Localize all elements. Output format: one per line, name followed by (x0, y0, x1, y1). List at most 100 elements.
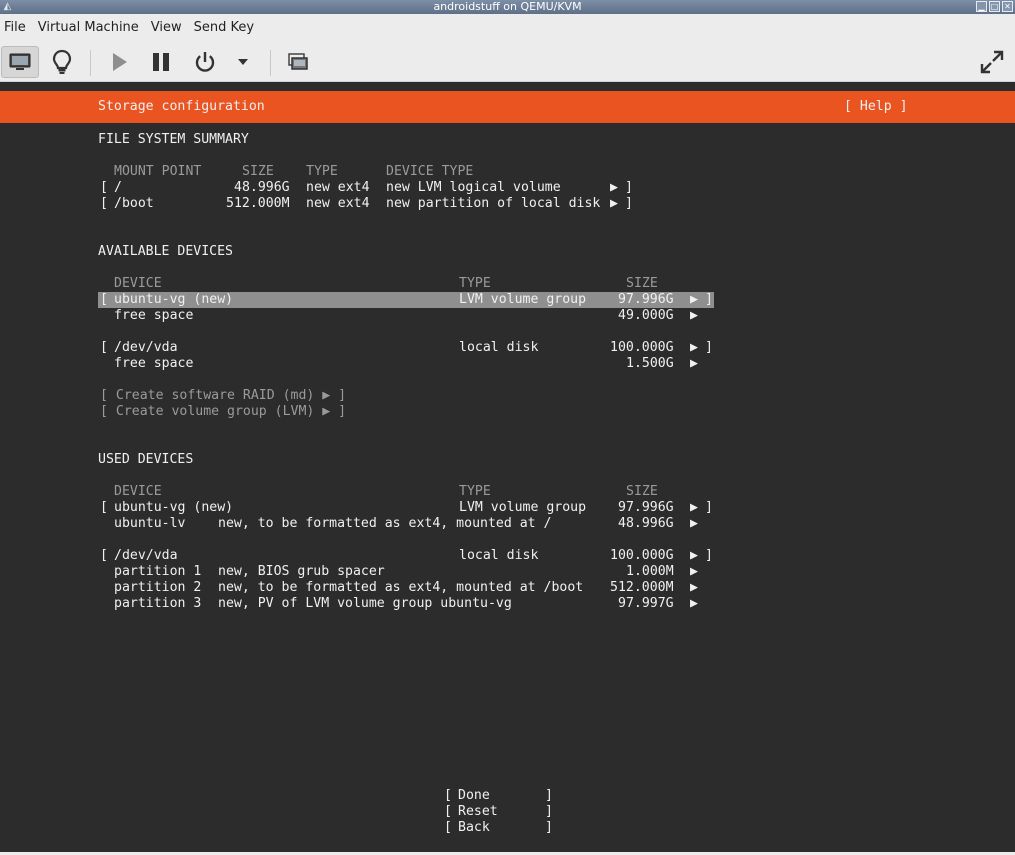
device-name: free space (114, 308, 194, 323)
col-header-device: DEVICE (114, 484, 162, 499)
window-controls: ▁ □ ✕ (976, 1, 1013, 12)
arrow-right-icon: ▶ (690, 308, 698, 323)
device-name: partition 2 (114, 580, 202, 595)
section-heading-fs-summary: FILE SYSTEM SUMMARY (98, 132, 249, 147)
menu-send-key[interactable]: Send Key (188, 14, 260, 42)
play-icon (113, 53, 127, 71)
toolbar-separator (90, 50, 91, 76)
size-value: 512.000M (610, 580, 674, 595)
device-name: ubuntu-vg (new) (114, 500, 234, 515)
menubar: File Virtual Machine View Send Key (0, 14, 1015, 42)
size-value: 1.000M (626, 564, 674, 579)
arrow-right-icon: ▶ (690, 596, 698, 611)
button-label: Back (458, 820, 490, 835)
window-titlebar[interactable]: ◭ androidstuff on QEMU/KVM ▁ □ ✕ (0, 0, 1015, 14)
device-type: local disk (459, 340, 539, 355)
fullscreen-button[interactable] (974, 46, 1010, 78)
window-menu-icon[interactable]: ◭ (2, 1, 13, 12)
size-value: 100.000G (610, 548, 674, 563)
minimize-icon[interactable]: ▁ (976, 1, 987, 12)
bracket-close: ] (705, 500, 713, 515)
col-header-device: DEVICE (114, 276, 162, 291)
bracket-close: ] (545, 788, 553, 803)
device-type: LVM volume group (459, 500, 587, 515)
arrow-right-icon: ▶ (690, 580, 698, 595)
bracket-close: ] (705, 292, 713, 307)
bracket-open: [ (444, 788, 452, 803)
bracket-open: [ (100, 340, 108, 355)
maximize-icon[interactable]: □ (989, 1, 1000, 12)
menu-virtual-machine[interactable]: Virtual Machine (32, 14, 145, 42)
col-header-size: SIZE (242, 164, 274, 179)
details-view-button[interactable] (44, 46, 80, 78)
mount-point: /boot (114, 196, 154, 211)
size-value: 48.996G (618, 516, 674, 531)
bracket-open: [ (100, 196, 108, 211)
arrow-right-icon: ▶ (690, 356, 698, 371)
bracket-close: ] (545, 820, 553, 835)
device-type: new, BIOS grub spacer (218, 564, 385, 579)
arrow-right-icon: ▶ (690, 340, 698, 355)
device-name: partition 1 (114, 564, 202, 579)
help-button[interactable]: [ Help ] (844, 99, 908, 115)
device-name: ubuntu-vg (new) (114, 292, 234, 307)
dropdown-arrow-icon (238, 59, 248, 65)
fs-type: new ext4 (306, 180, 370, 195)
menu-file[interactable]: File (0, 14, 32, 42)
arrow-right-icon: ▶ (610, 180, 618, 195)
snapshots-button[interactable] (282, 46, 314, 78)
power-icon (195, 52, 215, 72)
size-value: 100.000G (610, 340, 674, 355)
size-value: 48.996G (234, 180, 290, 195)
vm-console[interactable]: Storage configuration [ Help ] FILE SYST… (0, 83, 1015, 852)
close-icon[interactable]: ✕ (1002, 1, 1013, 12)
arrow-right-icon: ▶ (690, 292, 698, 307)
pause-button[interactable] (144, 46, 178, 78)
bracket-close: ] (625, 180, 633, 195)
col-header-type: TYPE (306, 164, 338, 179)
device-type: new LVM logical volume (386, 180, 561, 195)
pause-icon (153, 53, 169, 71)
create-software-raid-button[interactable]: [ Create software RAID (md) ▶ ] (100, 388, 346, 404)
menu-view[interactable]: View (145, 14, 188, 42)
bracket-open: [ (100, 548, 108, 563)
mount-point: / (114, 180, 122, 195)
size-value: 49.000G (618, 308, 674, 323)
window-title: androidstuff on QEMU/KVM (433, 0, 582, 13)
shutdown-menu-button[interactable] (230, 46, 256, 78)
fullscreen-icon (980, 50, 1004, 74)
console-icon (9, 53, 31, 70)
arrow-right-icon: ▶ (690, 516, 698, 531)
size-value: 97.996G (618, 500, 674, 515)
bracket-close: ] (625, 196, 633, 211)
col-header-size: SIZE (626, 276, 658, 291)
button-label: Done (458, 788, 490, 803)
size-value: 97.996G (618, 292, 674, 307)
device-name: free space (114, 356, 194, 371)
col-header-mount-point: MOUNT POINT (114, 164, 202, 179)
size-value: 97.997G (618, 596, 674, 611)
device-name: /dev/vda (114, 340, 178, 355)
console-view-button[interactable] (1, 46, 39, 78)
arrow-right-icon: ▶ (690, 500, 698, 515)
snapshot-icon (288, 53, 308, 70)
arrow-right-icon: ▶ (610, 196, 618, 211)
size-value: 512.000M (226, 196, 290, 211)
section-heading-available-devices: AVAILABLE DEVICES (98, 244, 233, 259)
run-button[interactable] (102, 46, 136, 78)
create-volume-group-button[interactable]: [ Create volume group (LVM) ▶ ] (100, 404, 346, 420)
fs-type: new ext4 (306, 196, 370, 211)
shutdown-button[interactable] (188, 46, 222, 78)
arrow-right-icon: ▶ (690, 564, 698, 579)
device-type: new partition of local disk (386, 196, 601, 211)
toolbar (0, 42, 1015, 82)
device-type: local disk (459, 548, 539, 563)
bracket-open: [ (444, 804, 452, 819)
toolbar-separator (270, 50, 271, 76)
device-type: new, to be formatted as ext4, mounted at… (218, 516, 552, 531)
device-type: new, PV of LVM volume group ubuntu-vg (218, 596, 512, 611)
device-type: LVM volume group (459, 292, 587, 307)
button-label: Reset (458, 804, 498, 819)
section-heading-used-devices: USED DEVICES (98, 452, 194, 467)
col-header-type: TYPE (459, 484, 491, 499)
